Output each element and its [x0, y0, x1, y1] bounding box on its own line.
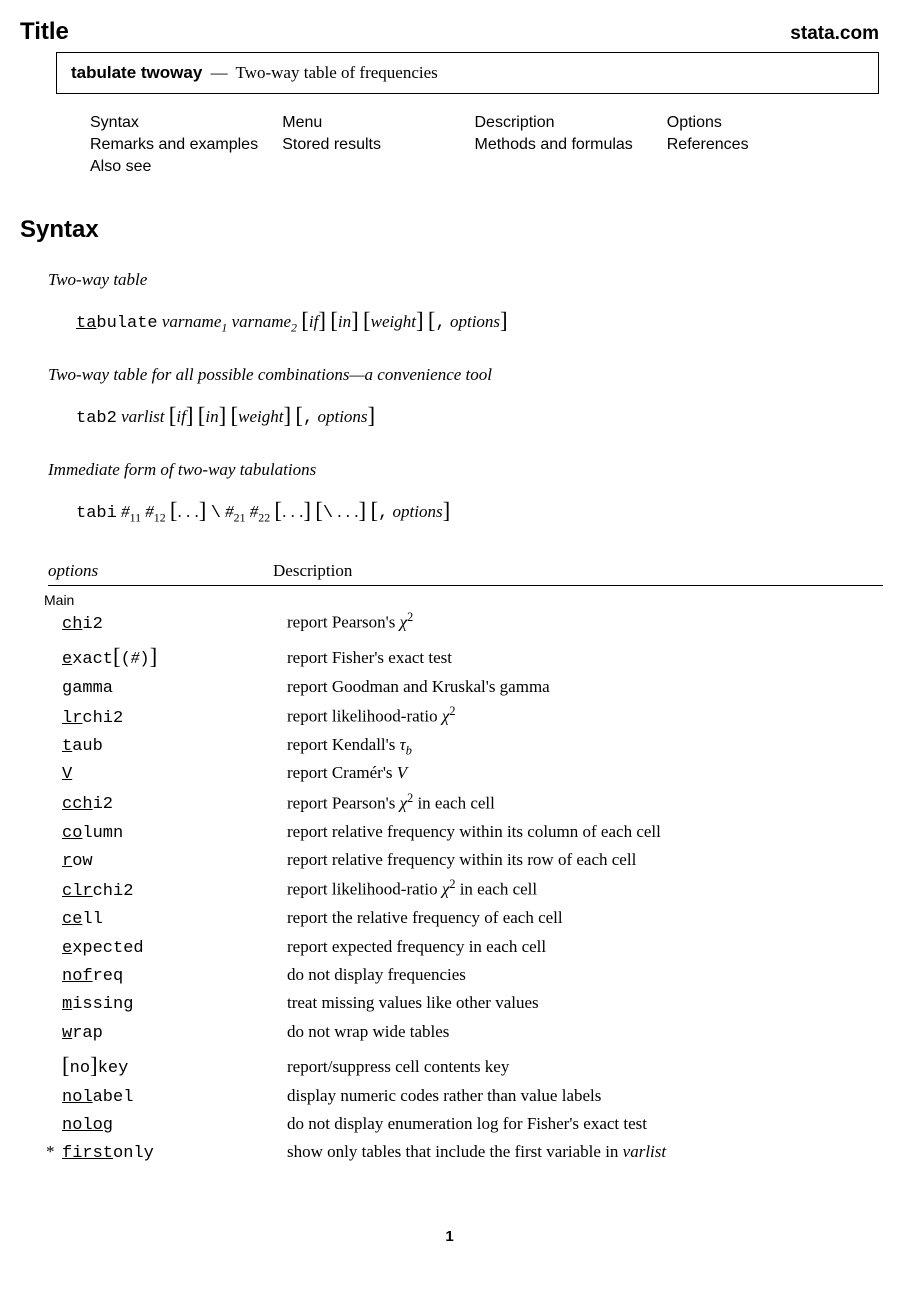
nav-methods[interactable]: Methods and formulas	[475, 136, 657, 154]
site-link[interactable]: stata.com	[790, 23, 879, 45]
nav-syntax[interactable]: Syntax	[90, 114, 272, 132]
opthead-options: options	[48, 561, 273, 581]
opt-wrap: wrap do not wrap wide tables	[48, 1019, 883, 1047]
opt-nolabel: nolabel display numeric codes rather tha…	[48, 1083, 883, 1111]
nav-alsosee[interactable]: Also see	[90, 158, 272, 176]
subhead-twoway: Two-way table	[48, 270, 879, 290]
title-desc: Two-way table of frequencies	[236, 63, 438, 82]
page-title: Title	[20, 18, 69, 46]
nav-grid: Syntax Menu Description Options Remarks …	[90, 114, 849, 176]
opt-firstonly: *firstonly show only tables that include…	[48, 1139, 883, 1167]
opt-lrchi2: lrchi2 report likelihood-ratio χ2	[48, 702, 883, 732]
options-table: options Description Main chi2 report Pea…	[48, 557, 883, 1168]
nav-stored[interactable]: Stored results	[282, 136, 464, 154]
syntax-tabi: tabi #11 #12 [. . .] \ #21 #22 [. . .] […	[76, 490, 879, 529]
opt-missing: missing treat missing values like other …	[48, 990, 883, 1018]
opt-nolog: nolog do not display enumeration log for…	[48, 1111, 883, 1139]
header-row: Title stata.com	[20, 18, 879, 46]
subhead-tab2: Two-way table for all possible combinati…	[48, 365, 879, 385]
nav-menu[interactable]: Menu	[282, 114, 464, 132]
opt-nokey: [no]key report/suppress cell contents ke…	[48, 1047, 883, 1083]
opt-clrchi2: clrchi2 report likelihood-ratio χ2 in ea…	[48, 875, 883, 905]
title-dash: —	[207, 63, 232, 82]
page-number: 1	[20, 1228, 879, 1245]
options-table-header: options Description	[48, 557, 883, 586]
opt-nofreq: nofreq do not display frequencies	[48, 962, 883, 990]
section-syntax-heading: Syntax	[20, 216, 879, 244]
subhead-tabi: Immediate form of two-way tabulations	[48, 460, 879, 480]
opt-column: column report relative frequency within …	[48, 819, 883, 847]
opt-exact: exact[(#)] report Fisher's exact test	[48, 638, 883, 674]
title-cmd: tabulate twoway	[71, 63, 202, 82]
syntax-tabulate: tabulate varname1 varname2 [if] [in] [we…	[76, 300, 879, 339]
group-main: Main	[44, 592, 883, 608]
syntax-tab2: tab2 varlist [if] [in] [weight] [, optio…	[76, 395, 879, 434]
opt-v: V report Cramér's V	[48, 760, 883, 788]
title-box: tabulate twoway — Two-way table of frequ…	[56, 52, 879, 94]
opt-gamma: gamma report Goodman and Kruskal's gamma	[48, 674, 883, 702]
opt-chi2: chi2 report Pearson's χ2	[48, 608, 883, 638]
opt-expected: expected report expected frequency in ea…	[48, 934, 883, 962]
opthead-description: Description	[273, 561, 883, 581]
nav-remarks[interactable]: Remarks and examples	[90, 136, 272, 154]
nav-references[interactable]: References	[667, 136, 849, 154]
opt-row: row report relative frequency within its…	[48, 847, 883, 875]
opt-cchi2: cchi2 report Pearson's χ2 in each cell	[48, 789, 883, 819]
nav-options[interactable]: Options	[667, 114, 849, 132]
opt-taub: taub report Kendall's τb	[48, 732, 883, 760]
nav-description[interactable]: Description	[475, 114, 657, 132]
opt-cell: cell report the relative frequency of ea…	[48, 905, 883, 933]
